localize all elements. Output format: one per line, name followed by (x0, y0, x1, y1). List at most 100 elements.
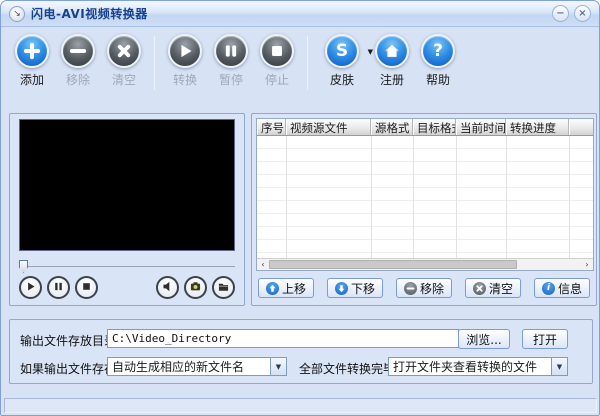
move-up-label: 上移 (281, 281, 306, 296)
pause-icon (53, 281, 64, 295)
skin-s-icon: S (325, 34, 359, 68)
toolbar-skin-label: 皮肤 (329, 73, 354, 87)
after-done-dropdown[interactable]: 打开文件夹查看转换的文件 ▼ (388, 357, 568, 376)
toolbar-add-label: 添加 (19, 73, 44, 87)
seek-slider-thumb[interactable] (19, 260, 28, 273)
toolbar-skin-button[interactable]: S ▼ 皮肤 (315, 34, 373, 88)
column-header-srcfmt[interactable]: 源格式 (371, 119, 413, 135)
toolbar-pause-button[interactable]: 暂停 (208, 34, 254, 88)
chevron-down-icon[interactable]: ▼ (551, 358, 567, 375)
cross-icon (472, 281, 486, 295)
browse-label: 浏览... (466, 332, 502, 347)
list-clear-label: 清空 (488, 281, 513, 296)
toolbar-register-label: 注册 (379, 73, 404, 87)
output-settings-panel: 输出文件存放目录: 浏览... 打开 如果输出文件存在: 自动生成相应的新文件名… (9, 319, 593, 384)
video-preview (19, 119, 235, 251)
speaker-icon (162, 281, 173, 295)
column-header-filler (569, 119, 593, 135)
toolbar-add-button[interactable]: 添加 (9, 34, 55, 88)
grid-line (506, 136, 507, 258)
column-header-progress[interactable]: 转换进度 (506, 119, 569, 135)
toolbar-convert-label: 转换 (172, 73, 197, 87)
question-icon: ? (421, 34, 455, 68)
play-icon (25, 281, 36, 295)
list-remove-button[interactable]: 移除 (396, 278, 452, 298)
grid-line (286, 136, 287, 258)
info-icon: i (541, 281, 555, 295)
stop-icon (81, 281, 92, 295)
player-snapshot-button[interactable] (184, 276, 207, 299)
seek-slider-track[interactable] (19, 266, 235, 267)
player-open-file-button[interactable] (212, 276, 235, 299)
toolbar-stop-button[interactable]: 停止 (254, 34, 300, 88)
scrollbar-thumb[interactable] (269, 260, 517, 269)
app-icon: ↘ (9, 5, 25, 22)
list-action-bar: 上移 下移 移除 清空 i 信息 (258, 278, 590, 298)
toolbar-stop-label: 停止 (264, 73, 289, 87)
toolbar-convert-button[interactable]: 转换 (162, 34, 208, 88)
plus-icon (15, 34, 49, 68)
arrow-down-icon (334, 281, 348, 295)
app-window: ↘ 闪电-AVI视频转换器 − × 添加 移除 清空 转换 暂停 停止 S ▼ … (0, 0, 600, 416)
move-up-button[interactable]: 上移 (258, 278, 314, 298)
folder-icon (218, 281, 229, 295)
list-remove-label: 移除 (419, 281, 444, 296)
title-bar: ↘ 闪电-AVI视频转换器 − × (1, 1, 599, 27)
grid-line (569, 136, 570, 258)
toolbar-remove-button[interactable]: 移除 (55, 34, 101, 88)
minus-icon (61, 34, 95, 68)
close-button[interactable]: × (574, 5, 591, 22)
player-play-button[interactable] (19, 276, 42, 299)
output-dir-label: 输出文件存放目录: (20, 334, 121, 348)
if-exists-value: 自动生成相应的新文件名 (112, 360, 245, 374)
camera-icon (190, 281, 201, 295)
move-down-label: 下移 (350, 281, 375, 296)
minimize-button[interactable]: − (552, 5, 569, 22)
stop-icon (260, 34, 294, 68)
toolbar-help-label: 帮助 (425, 73, 450, 87)
window-title: 闪电-AVI视频转换器 (31, 7, 148, 21)
player-stop-button[interactable] (75, 276, 98, 299)
chevron-down-icon[interactable]: ▼ (270, 358, 286, 375)
after-done-value: 打开文件夹查看转换的文件 (393, 360, 538, 374)
status-bar (4, 398, 597, 413)
scroll-right-arrow-icon[interactable]: › (581, 259, 593, 270)
column-header-dstfmt[interactable]: 目标格式 (413, 119, 456, 135)
open-button[interactable]: 打开 (522, 329, 568, 349)
home-icon (375, 34, 409, 68)
toolbar-clear-button[interactable]: 清空 (101, 34, 147, 88)
grid-line (413, 136, 414, 258)
minimize-icon: − (556, 7, 565, 19)
toolbar-pause-label: 暂停 (218, 73, 243, 87)
file-list-body[interactable] (257, 136, 593, 258)
list-clear-button[interactable]: 清空 (465, 278, 521, 298)
file-table-header: 序号 视频源文件 源格式 目标格式 当前时间 转换进度 (257, 119, 593, 136)
toolbar-help-button[interactable]: ? 帮助 (415, 34, 461, 88)
cross-icon (107, 34, 141, 68)
player-controls (19, 276, 235, 299)
open-label: 打开 (532, 332, 557, 347)
info-button[interactable]: i 信息 (534, 278, 590, 298)
column-header-time[interactable]: 当前时间 (456, 119, 506, 135)
output-dir-input[interactable] (107, 329, 459, 348)
toolbar-separator (307, 36, 308, 90)
scroll-left-arrow-icon[interactable]: ‹ (257, 259, 269, 270)
player-pause-button[interactable] (47, 276, 70, 299)
toolbar-remove-label: 移除 (65, 73, 90, 87)
seek-slider[interactable] (19, 260, 235, 273)
video-preview-panel (9, 113, 245, 306)
file-table: 序号 视频源文件 源格式 目标格式 当前时间 转换进度 ‹ › (256, 118, 594, 271)
horizontal-scrollbar[interactable]: ‹ › (257, 258, 593, 270)
toolbar-register-button[interactable]: 注册 (369, 34, 415, 88)
browse-button[interactable]: 浏览... (458, 329, 510, 349)
move-down-button[interactable]: 下移 (327, 278, 383, 298)
player-volume-button[interactable] (156, 276, 179, 299)
file-list-panel: 序号 视频源文件 源格式 目标格式 当前时间 转换进度 ‹ › (251, 113, 597, 306)
toolbar-clear-label: 清空 (111, 73, 136, 87)
column-header-source[interactable]: 视频源文件 (286, 119, 371, 135)
toolbar-separator (154, 36, 155, 90)
if-exists-dropdown[interactable]: 自动生成相应的新文件名 ▼ (107, 357, 287, 376)
column-header-index[interactable]: 序号 (257, 119, 286, 135)
play-icon (168, 34, 202, 68)
main-toolbar: 添加 移除 清空 转换 暂停 停止 S ▼ 皮肤 注册 ? 帮助 (1, 28, 599, 108)
